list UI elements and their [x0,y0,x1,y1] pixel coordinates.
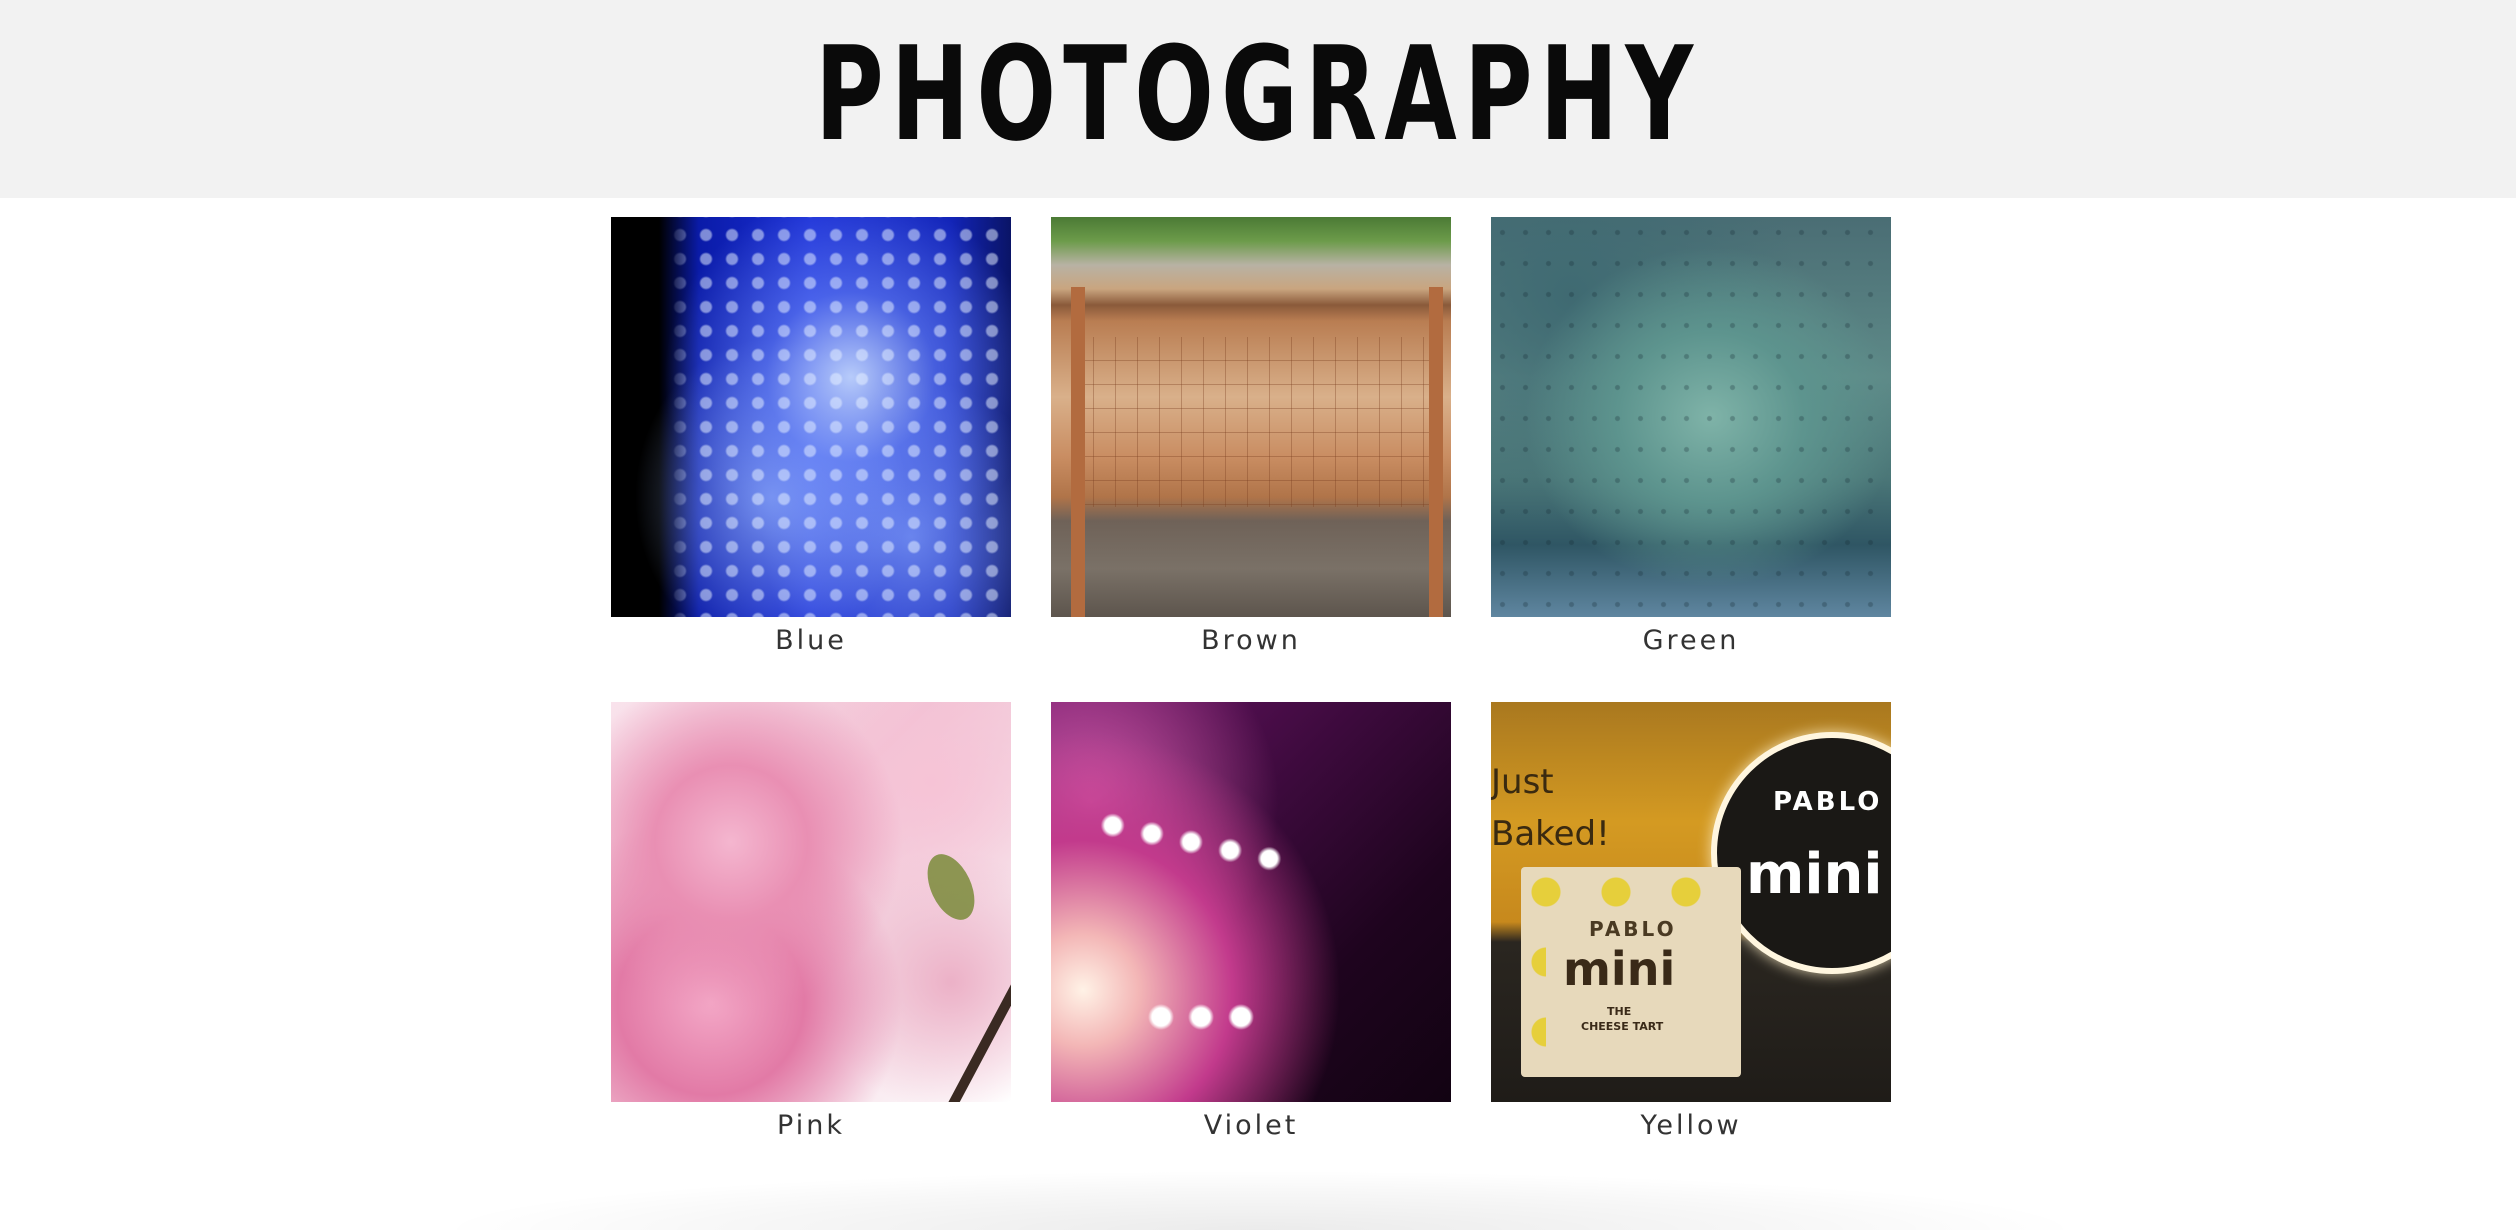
page-header: PHOTOGRAPHY [0,0,2516,198]
gallery-item-green[interactable]: Green [1491,217,1891,659]
gallery-item-blue[interactable]: Blue [611,217,1011,659]
gallery-item-pink[interactable]: Pink [611,702,1011,1144]
bag-text-line2: CHEESE TART [1581,1020,1664,1033]
bag-text-top: PABLO [1589,917,1677,941]
jellyfish-texture [611,217,1011,617]
jellyfish-photo[interactable] [611,217,1011,617]
wall-text-line1: Just [1491,762,1554,802]
wooden-post-right [1429,287,1443,617]
leaf-shape [918,846,984,928]
ema-board-photo[interactable] [1051,217,1451,617]
bag-text-main: mini [1563,942,1676,996]
gallery-caption[interactable]: Brown [1051,623,1451,659]
ema-tags-texture [1071,337,1431,507]
gallery-caption[interactable]: Pink [611,1108,1011,1144]
wall-text-line2: Baked! [1491,814,1610,854]
gallery-caption[interactable]: Violet [1051,1108,1451,1144]
raindrops-texture [1491,217,1891,617]
bag-text-line1: THE [1607,1005,1632,1018]
gallery-item-yellow[interactable]: Just Baked! PABLO mini PABLO mini THE CH… [1491,702,1891,1144]
gallery-item-brown[interactable]: Brown [1051,217,1451,659]
sign-text-main: mini [1746,842,1883,907]
gallery-caption[interactable]: Blue [611,623,1011,659]
gallery-item-violet[interactable]: Violet [1051,702,1451,1144]
gallery-caption[interactable]: Green [1491,623,1891,659]
stage-lights-row-bottom [1141,997,1261,1037]
wooden-post-left [1071,287,1085,617]
pablo-mini-photo[interactable]: Just Baked! PABLO mini PABLO mini THE CH… [1491,702,1891,1102]
stage-lights-photo[interactable] [1051,702,1451,1102]
gallery-caption[interactable]: Yellow [1491,1108,1891,1144]
page-title: PHOTOGRAPHY [815,18,1701,170]
footer-shadow [430,1170,2090,1230]
branch-shape [939,960,1011,1102]
photo-gallery: Blue Brown Green Pink Violet Just Baked!… [611,217,1894,1144]
cherry-blossom-photo[interactable] [611,702,1011,1102]
sign-text-top: PABLO [1773,787,1883,817]
stage-lights-row-top [1089,801,1293,883]
rainy-window-photo[interactable] [1491,217,1891,617]
